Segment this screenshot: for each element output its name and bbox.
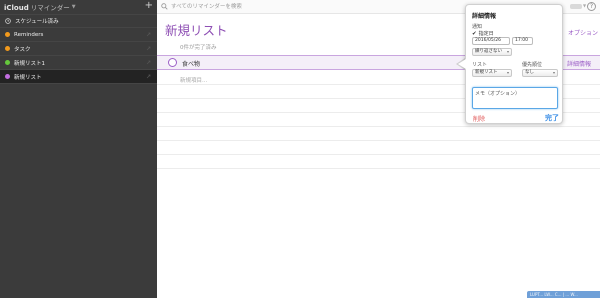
chevron-down-icon: ▾: [506, 49, 509, 54]
search-icon: [161, 3, 168, 10]
popover-arrow-inner: [458, 59, 466, 69]
list-label: リスト: [472, 62, 488, 68]
sidebar-item-scheduled[interactable]: スケジュール済み: [0, 14, 157, 28]
chevron-down-icon[interactable]: ▼: [583, 3, 586, 8]
chevron-down-icon: ▾: [506, 70, 509, 75]
help-icon[interactable]: ?: [587, 2, 596, 11]
priority-select[interactable]: なし ▾: [522, 69, 558, 77]
date-checkbox-label: 指定日: [478, 31, 494, 37]
done-button[interactable]: 完了: [545, 113, 559, 123]
list-color-dot: [5, 32, 10, 37]
status-badge: LUPT... LW... C... | ... W...: [527, 291, 600, 298]
share-icon[interactable]: [146, 32, 151, 37]
date-checkbox[interactable]: ✔ 指定日: [472, 30, 494, 38]
sidebar-item-label: 新規リスト1: [14, 60, 45, 67]
sidebar-item-label: スケジュール済み: [15, 19, 59, 25]
chevron-down-icon[interactable]: ▼: [72, 4, 76, 10]
list-color-dot: [5, 46, 10, 51]
repeat-value: 繰り返さない: [475, 49, 502, 54]
sidebar-item-new-list[interactable]: 新規リスト: [0, 70, 157, 84]
list-select[interactable]: 新規リスト ▾: [472, 69, 512, 77]
reminder-title[interactable]: 食べ物: [182, 59, 200, 68]
sidebar-item-reminders[interactable]: Reminders: [0, 28, 157, 42]
note-textarea[interactable]: メモ（オプション）: [472, 87, 558, 109]
complete-checkbox[interactable]: [168, 58, 177, 67]
user-menu[interactable]: [570, 4, 582, 9]
priority-value: なし: [525, 70, 534, 75]
share-icon[interactable]: [146, 46, 151, 51]
clock-icon: [5, 18, 11, 24]
priority-label: 優先順位: [522, 62, 543, 68]
detail-link[interactable]: 詳細情報: [567, 59, 591, 68]
sidebar-header: iCloud リマインダー ▼ +: [0, 0, 157, 14]
options-link[interactable]: オプション: [568, 28, 598, 37]
completed-count[interactable]: 0件が完了済み: [180, 43, 217, 51]
sidebar-item-label: タスク: [14, 46, 31, 53]
date-field[interactable]: 2016/05/26: [472, 37, 510, 45]
sidebar-item-label: 新規リスト: [14, 74, 42, 81]
checkmark-icon: ✔: [472, 30, 477, 37]
list-color-dot: [5, 74, 10, 79]
time-field[interactable]: 17:00: [512, 37, 533, 45]
page-title: 新規リスト: [165, 23, 228, 38]
repeat-select[interactable]: 繰り返さない ▾: [472, 48, 512, 56]
new-item-input[interactable]: 新規項目...: [180, 76, 207, 84]
search-input[interactable]: [171, 2, 321, 11]
popover-title: 詳細情報: [472, 13, 497, 20]
app-title[interactable]: iCloud リマインダー: [4, 2, 70, 12]
delete-button[interactable]: 削除: [473, 114, 485, 123]
add-list-icon[interactable]: +: [145, 1, 153, 11]
detail-popover: 詳細情報 通知 ✔ 指定日 2016/05/26 17:00 繰り返さない ▾ …: [465, 4, 563, 124]
sidebar-item-tasks[interactable]: タスク: [0, 42, 157, 56]
sidebar-item-new-list-1[interactable]: 新規リスト1: [0, 56, 157, 70]
notify-label: 通知: [472, 24, 483, 30]
list-value: 新規リスト: [475, 70, 498, 75]
list-color-dot: [5, 60, 10, 65]
chevron-down-icon: ▾: [552, 70, 555, 75]
share-icon[interactable]: [146, 74, 151, 79]
sidebar: iCloud リマインダー ▼ + スケジュール済み Reminders タスク …: [0, 0, 157, 298]
sidebar-item-label: Reminders: [14, 31, 44, 38]
share-icon[interactable]: [146, 60, 151, 65]
